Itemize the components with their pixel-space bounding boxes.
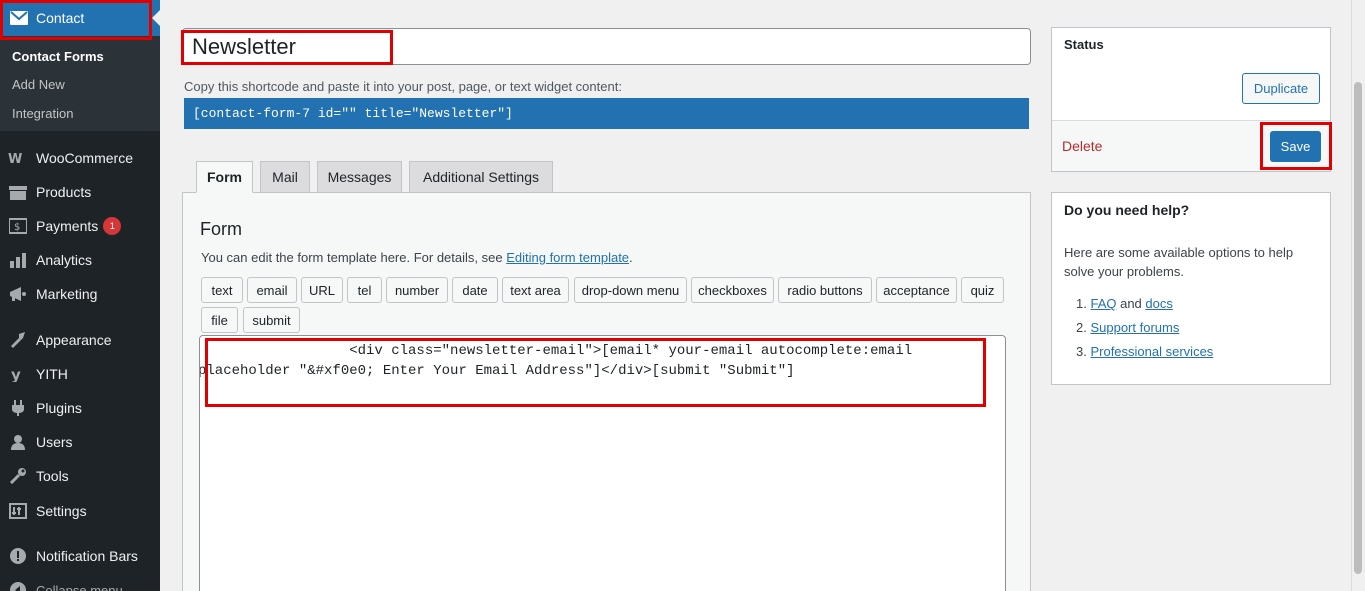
editor-line: placeholder "&#xf0e0; Enter Your Email A… [199, 363, 795, 379]
help-title: Do you need help? [1064, 202, 1190, 218]
sidebar-item-yith[interactable]: y YITH [0, 357, 160, 391]
sidebar-item-label: Settings [36, 503, 87, 519]
admin-sidebar: Contact Contact Forms Add New Integratio… [0, 0, 160, 591]
sidebar-item-settings[interactable]: Settings [0, 494, 160, 528]
svg-text:y: y [11, 366, 21, 382]
sidebar-item-label: Contact [36, 10, 85, 26]
tab-form[interactable]: Form [196, 161, 253, 193]
products-icon [8, 182, 28, 202]
sidebar-item-label: YITH [36, 366, 68, 382]
editing-form-template-link[interactable]: Editing form template [506, 250, 629, 265]
tab-additional-settings[interactable]: Additional Settings [409, 161, 553, 193]
sidebar-item-woocommerce[interactable]: W WooCommerce [0, 141, 160, 175]
sidebar-item-appearance[interactable]: Appearance [0, 323, 160, 357]
current-menu-arrow [152, 10, 160, 26]
tools-icon [8, 466, 28, 486]
sidebar-item-label: Analytics [36, 252, 93, 268]
notification-bars-icon [8, 546, 28, 566]
tag-button-radio-buttons[interactable]: radio buttons [778, 277, 872, 303]
sidebar-item-label: Collapse menu [36, 582, 123, 591]
sidebar-item-plugins[interactable]: Plugins [0, 391, 160, 425]
tab-messages[interactable]: Messages [317, 161, 402, 193]
payments-icon: $ [8, 216, 28, 236]
tag-button-quiz[interactable]: quiz [961, 277, 1004, 303]
shortcode-label: Copy this shortcode and paste it into yo… [184, 79, 622, 94]
support-forums-link[interactable]: Support forums [1090, 320, 1179, 335]
sidebar-item-label: WooCommerce [36, 150, 133, 166]
submenu-item-contact-forms[interactable]: Contact Forms [0, 42, 160, 71]
sidebar-item-label: Appearance [36, 332, 112, 348]
collapse-icon [8, 580, 28, 591]
and-text: and [1116, 296, 1146, 311]
tag-button-date[interactable]: date [452, 277, 498, 303]
tag-button-text-area[interactable]: text area [502, 277, 569, 303]
panel-desc-suffix: . [629, 250, 633, 265]
list-number: 3. [1076, 344, 1087, 359]
list-number: 2. [1076, 320, 1087, 335]
tag-button-drop-down-menu[interactable]: drop-down menu [574, 277, 687, 303]
sidebar-item-tools[interactable]: Tools [0, 459, 160, 493]
form-title-input[interactable]: Newsletter [182, 28, 1031, 65]
marketing-icon [8, 284, 28, 304]
woocommerce-icon: W [8, 148, 28, 168]
sidebar-item-notification-bars[interactable]: Notification Bars [0, 539, 160, 573]
tag-button-checkboxes[interactable]: checkboxes [691, 277, 774, 303]
status-title: Status [1064, 37, 1104, 52]
help-list-item: 3. Professional services [1076, 344, 1213, 359]
notification-badge: 1 [103, 217, 122, 235]
panel-desc-prefix: You can edit the form template here. For… [201, 250, 507, 265]
submenu-item-integration[interactable]: Integration [0, 99, 160, 128]
analytics-icon [8, 250, 28, 270]
envelope-icon [10, 9, 28, 27]
help-text: Here are some available options to help … [1064, 245, 1294, 279]
sidebar-item-marketing[interactable]: Marketing [0, 277, 160, 311]
yith-icon: y [8, 364, 28, 384]
users-icon [8, 432, 28, 452]
sidebar-item-label: Users [36, 434, 73, 450]
svg-text:W: W [8, 152, 22, 165]
sidebar-item-label: Tools [36, 468, 69, 484]
help-list-item: 2. Support forums [1076, 320, 1179, 335]
delete-link[interactable]: Delete [1062, 138, 1102, 154]
save-button[interactable]: Save [1270, 131, 1321, 162]
docs-link[interactable]: docs [1145, 296, 1172, 311]
tag-button-submit[interactable]: submit [243, 307, 300, 333]
duplicate-button[interactable]: Duplicate [1242, 73, 1320, 104]
sidebar-item-products[interactable]: Products [0, 175, 160, 209]
scrollbar-thumb[interactable] [1354, 82, 1362, 574]
sidebar-item-payments[interactable]: $ Payments 1 [0, 209, 160, 243]
sidebar-item-label: Products [36, 184, 92, 200]
contact-submenu: Contact Forms Add New Integration [0, 36, 160, 131]
sidebar-item-label: Plugins [36, 400, 82, 416]
professional-services-link[interactable]: Professional services [1090, 344, 1213, 359]
help-list-item: 1. FAQ and docs [1076, 296, 1173, 311]
tab-mail[interactable]: Mail [260, 161, 310, 193]
tag-button-number[interactable]: number [386, 277, 448, 303]
appearance-icon [8, 330, 28, 350]
sidebar-item-label: Marketing [36, 286, 98, 302]
editor-line: <div class="newsletter-email">[email* yo… [199, 343, 913, 359]
shortcode-field[interactable]: [contact-form-7 id="" title="Newsletter"… [184, 98, 1029, 129]
list-number: 1. [1076, 296, 1087, 311]
svg-text:$: $ [14, 222, 20, 233]
sidebar-collapse-menu[interactable]: Collapse menu [0, 573, 160, 591]
tag-button-email[interactable]: email [247, 277, 297, 303]
sidebar-item-users[interactable]: Users [0, 425, 160, 459]
panel-heading: Form [200, 219, 242, 239]
tag-button-text[interactable]: text [201, 277, 243, 303]
tag-button-file[interactable]: file [201, 307, 238, 333]
sidebar-item-analytics[interactable]: Analytics [0, 243, 160, 277]
sidebar-item-contact[interactable]: Contact [0, 0, 160, 36]
settings-icon [8, 501, 28, 521]
plugins-icon [8, 398, 28, 418]
faq-link[interactable]: FAQ [1090, 296, 1116, 311]
sidebar-item-label: Payments [36, 218, 99, 234]
tag-button-url[interactable]: URL [301, 277, 343, 303]
tag-button-tel[interactable]: tel [347, 277, 382, 303]
tag-button-acceptance[interactable]: acceptance [876, 277, 957, 303]
form-template-editor[interactable]: <div class="newsletter-email">[email* yo… [199, 335, 1006, 591]
panel-description: You can edit the form template here. For… [201, 250, 633, 265]
submenu-item-add-new[interactable]: Add New [0, 71, 160, 100]
sidebar-item-label: Notification Bars [36, 548, 138, 564]
